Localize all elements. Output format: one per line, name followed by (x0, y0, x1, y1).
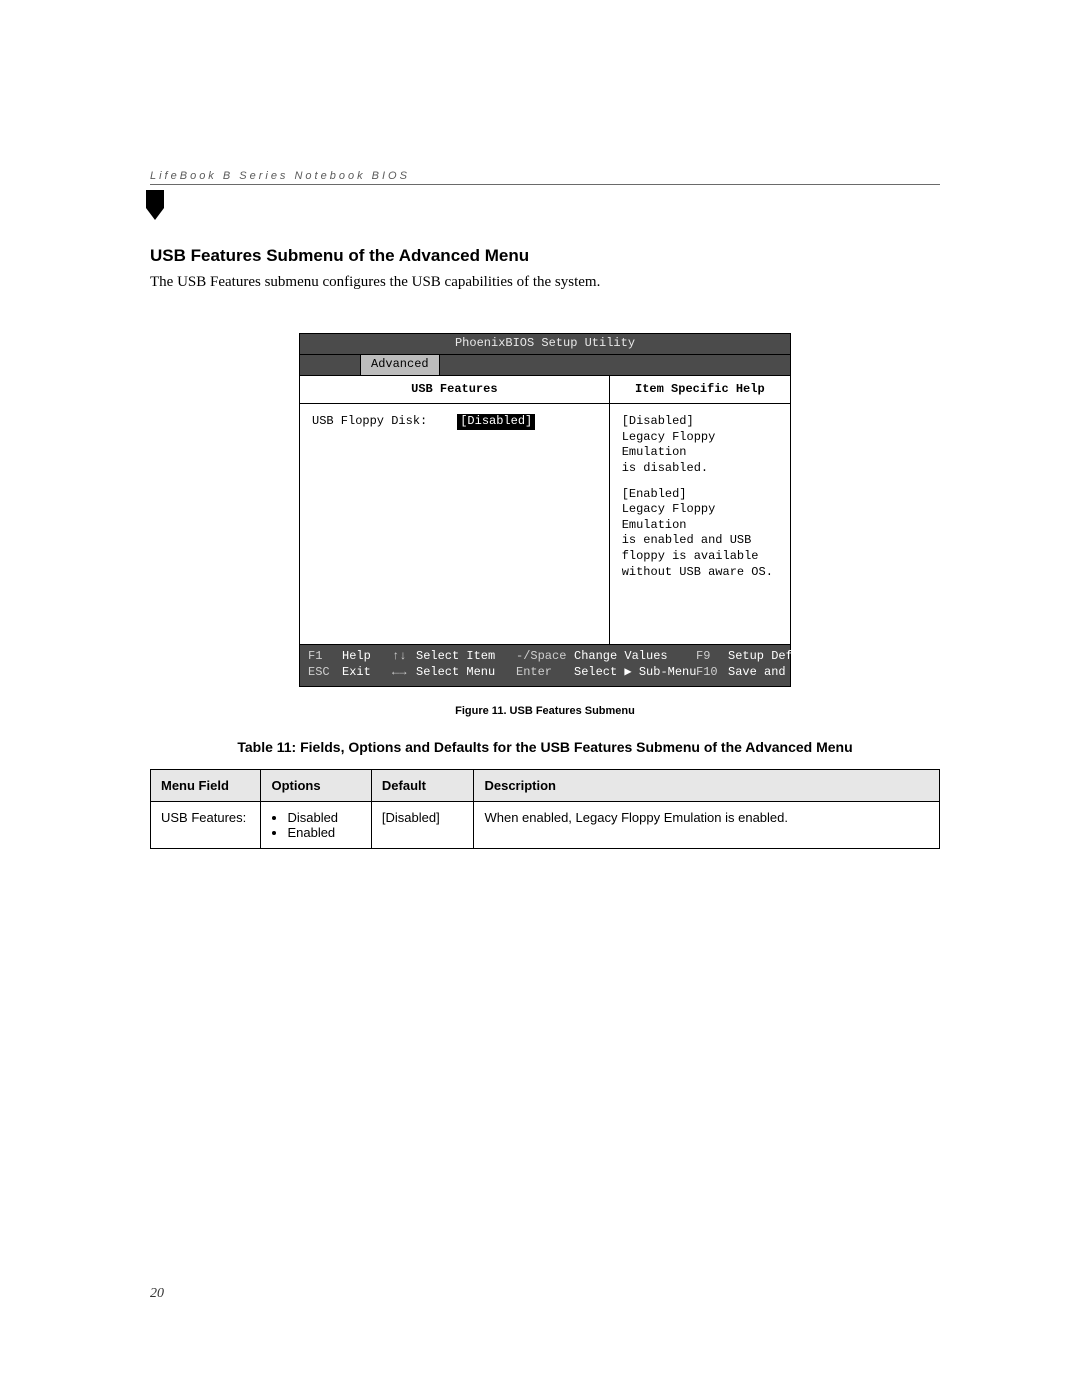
footer-key: -/Space (516, 649, 570, 665)
help-line: Legacy Floppy Emulation (622, 502, 716, 532)
th-default: Default (371, 770, 474, 802)
table-row: USB Features: Disabled Enabled [Disabled… (151, 802, 940, 849)
bios-left-pane: USB Features USB Floppy Disk: [Disabled] (300, 376, 610, 645)
tab-pointer-icon (146, 190, 164, 220)
bios-titlebar: PhoenixBIOS Setup Utility (300, 334, 790, 355)
bios-footer-row-2: ESC Exit ←→ Select Menu Enter Select ▶ S… (308, 665, 782, 681)
option-item: Disabled (287, 810, 360, 825)
bios-field-label: USB Floppy Disk: (312, 414, 427, 430)
running-header: LifeBook B Series Notebook BIOS (150, 170, 940, 182)
bios-right-header: Item Specific Help (610, 376, 790, 405)
td-options: Disabled Enabled (261, 802, 371, 849)
figure-caption: Figure 11. USB Features Submenu (150, 705, 940, 717)
help-line: without USB aware OS. (622, 565, 773, 579)
td-default: [Disabled] (371, 802, 474, 849)
option-item: Enabled (287, 825, 360, 840)
page-number: 20 (150, 1286, 164, 1302)
footer-key: Enter (516, 665, 570, 681)
section-intro: The USB Features submenu configures the … (150, 272, 940, 293)
help-line: is disabled. (622, 461, 708, 475)
content-column: LifeBook B Series Notebook BIOS USB Feat… (150, 170, 940, 849)
bios-tab-row: Advanced (300, 355, 790, 376)
footer-label: Select Menu (416, 665, 512, 681)
td-description: When enabled, Legacy Floppy Emulation is… (474, 802, 940, 849)
footer-key: F10 (696, 665, 724, 681)
help-line: is enabled and USB (622, 533, 752, 547)
options-table: Menu Field Options Default Description U… (150, 769, 940, 849)
page: LifeBook B Series Notebook BIOS USB Feat… (0, 0, 1080, 1397)
footer-key: F9 (696, 649, 724, 665)
th-options: Options (261, 770, 371, 802)
help-line: Legacy Floppy Emulation (622, 430, 716, 460)
bios-field-value: [Disabled] (457, 414, 535, 430)
footer-label: Help (342, 649, 388, 665)
bios-field-row: USB Floppy Disk: [Disabled] (312, 414, 597, 430)
bios-left-header: USB Features (300, 376, 609, 405)
table-caption: Table 11: Fields, Options and Defaults f… (150, 739, 940, 755)
footer-label: Setup Defaults (728, 649, 829, 665)
th-description: Description (474, 770, 940, 802)
footer-label: Change Values (574, 649, 692, 665)
bios-footer-row-1: F1 Help ↑↓ Select Item -/Space Change Va… (308, 649, 782, 665)
bios-help-text: [Disabled] Legacy Floppy Emulation is di… (610, 404, 790, 644)
table-header-row: Menu Field Options Default Description (151, 770, 940, 802)
bios-tab-advanced: Advanced (360, 354, 440, 375)
header-rule (150, 184, 940, 185)
footer-label: Save and Exit (728, 665, 822, 681)
bios-right-pane: Item Specific Help [Disabled] Legacy Flo… (610, 376, 790, 645)
help-line: floppy is available (622, 549, 759, 563)
td-menu-field: USB Features: (151, 802, 261, 849)
bios-screenshot: PhoenixBIOS Setup Utility Advanced USB F… (299, 333, 791, 687)
footer-label: Select ▶ Sub-Menu (574, 665, 692, 681)
help-line: [Enabled] (622, 487, 687, 501)
bios-footer: F1 Help ↑↓ Select Item -/Space Change Va… (300, 645, 790, 686)
th-menu-field: Menu Field (151, 770, 261, 802)
footer-label: Exit (342, 665, 388, 681)
footer-key: F1 (308, 649, 338, 665)
footer-key: ←→ (392, 665, 412, 681)
bios-left-content: USB Floppy Disk: [Disabled] (300, 404, 609, 644)
footer-key: ESC (308, 665, 338, 681)
footer-key: ↑↓ (392, 649, 412, 665)
bios-body: USB Features USB Floppy Disk: [Disabled]… (300, 376, 790, 646)
section-title: USB Features Submenu of the Advanced Men… (150, 246, 940, 266)
footer-label: Select Item (416, 649, 512, 665)
help-line: [Disabled] (622, 414, 694, 428)
